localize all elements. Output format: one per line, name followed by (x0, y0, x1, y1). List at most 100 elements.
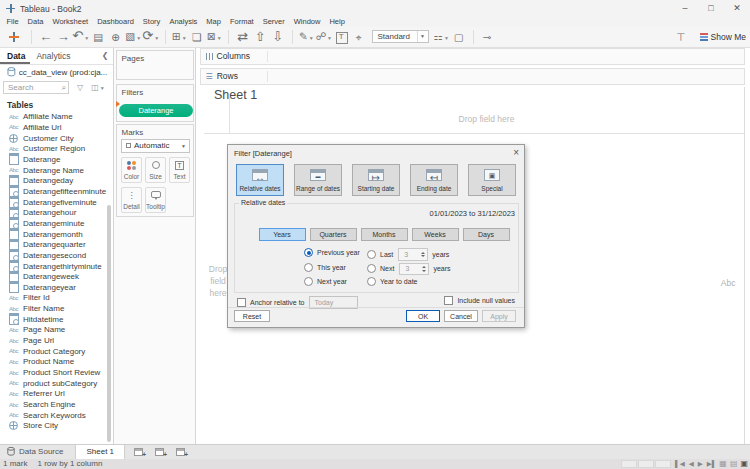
nav-first-icon[interactable]: ▌◀ (675, 460, 685, 468)
filter-type-ending-date[interactable]: Ending date (410, 164, 458, 196)
show-mark-labels-button[interactable]: ⚏▼ (433, 26, 451, 48)
radio-last-n[interactable] (367, 250, 376, 259)
menu-item-file[interactable]: File (2, 17, 23, 26)
filter-type-special[interactable]: Special (468, 164, 516, 196)
columns-shelf[interactable]: Columns (200, 48, 745, 66)
field-search-engine[interactable]: Search Engine (0, 399, 113, 410)
pages-shelf[interactable]: Pages (116, 50, 194, 80)
field-affiliate-url[interactable]: Affiliate Url (0, 122, 113, 133)
pause-updates-icon[interactable]: ⊤ (672, 27, 690, 47)
tab-data-source[interactable]: Data Source (0, 445, 75, 459)
show-labels-button[interactable]: T (333, 27, 351, 47)
field-referrer-url[interactable]: Referrer Url (0, 389, 113, 400)
anchor-checkbox[interactable] (237, 298, 246, 307)
field-hitdatetime[interactable]: Hitdatetime (0, 314, 113, 325)
menu-item-format[interactable]: Format (225, 17, 258, 26)
datasource-button[interactable]: ▧▼ (125, 26, 143, 48)
tab-analytics[interactable]: Analytics (36, 51, 70, 61)
radio-this-year[interactable] (304, 263, 313, 272)
filter-type-relative-dates[interactable]: Relative dates (236, 164, 284, 196)
option-previous-year[interactable]: Previous year (304, 248, 360, 257)
radio-next-year[interactable] (304, 277, 313, 286)
field-daterange[interactable]: Daterange (0, 154, 113, 165)
nav-next-icon[interactable]: ▶ (698, 460, 703, 468)
menu-item-data[interactable]: Data (23, 17, 48, 26)
field-customer-city[interactable]: Customer City (0, 133, 113, 144)
save-button[interactable]: ▤ (90, 27, 108, 47)
new-worksheet-button[interactable]: ⊞▼ (171, 26, 189, 48)
period-quarters-button[interactable]: Quarters (310, 228, 357, 242)
field-store-city[interactable]: Store City (0, 421, 113, 432)
field-daterangeyear[interactable]: Daterangeyear (0, 282, 113, 293)
filter-type-range-of-dates[interactable]: Range of dates (294, 164, 342, 196)
option-last-n[interactable]: Last 3 years (367, 248, 449, 261)
field-product-subcategory[interactable]: product subCategory (0, 378, 113, 389)
search-input[interactable]: Search ⌕ (3, 81, 69, 94)
duplicate-button[interactable]: ❏ (188, 27, 206, 47)
tableau-logo-toolbar-icon[interactable] (8, 31, 20, 43)
minimize-button[interactable]: – (672, 0, 698, 17)
sort-ascending-button[interactable]: ⇧ (252, 27, 270, 47)
marks-size-button[interactable]: Size (145, 157, 166, 183)
refresh-button[interactable]: ⟳▼ (142, 26, 160, 48)
filter-type-starting-date[interactable]: Starting date (352, 164, 400, 196)
field-product-name[interactable]: Product Name (0, 357, 113, 368)
filter-pill-daterange[interactable]: Daterange (119, 104, 193, 117)
share-button[interactable]: ⊸ (479, 27, 497, 47)
marks-detail-button[interactable]: ⋮ Detail (121, 187, 142, 213)
highlight-button[interactable]: ✎▼ (298, 26, 316, 48)
show-me-button[interactable]: Show Me (711, 32, 746, 42)
next-n-spinner[interactable]: 3 (399, 263, 429, 276)
new-worksheet-tab-button[interactable]: + (131, 445, 146, 459)
rows-shelf[interactable]: ☰ Rows (200, 68, 745, 86)
option-next-year[interactable]: Next year (304, 277, 347, 286)
option-this-year[interactable]: This year (304, 263, 346, 272)
mark-type-select[interactable]: Automatic ▼ (121, 139, 190, 153)
field-affiliate-name[interactable]: Affiliate Name (0, 112, 113, 123)
tab-sheet1[interactable]: Sheet 1 (75, 445, 125, 459)
period-years-button[interactable]: Years (259, 228, 306, 242)
field-product-category[interactable]: Product Category (0, 346, 113, 357)
fix-axes-button[interactable]: ⌖ (350, 27, 368, 47)
field-filter-id[interactable]: Filter Id (0, 293, 113, 304)
menu-item-server[interactable]: Server (258, 17, 289, 26)
radio-year-to-date[interactable] (367, 277, 376, 286)
view-tiles-icon[interactable]: ▦ (719, 459, 727, 468)
dialog-close-icon[interactable]: × (513, 147, 519, 158)
include-nulls-checkbox[interactable] (444, 296, 453, 305)
nav-last-icon[interactable]: ▶▌ (707, 460, 717, 468)
fit-select[interactable]: Standard ▼ (372, 30, 429, 43)
field-search-keywords[interactable]: Search Keywords (0, 410, 113, 421)
clear-sheet-button[interactable]: ⊠▼ (206, 26, 224, 48)
reset-button[interactable]: Reset (234, 310, 270, 323)
swap-button[interactable]: ⇄ (234, 27, 252, 47)
tab-data[interactable]: Data (0, 51, 36, 61)
field-product-short-review[interactable]: Product Short Review (0, 367, 113, 378)
presentation-button[interactable]: ▢ (450, 27, 468, 47)
period-weeks-button[interactable]: Weeks (412, 228, 459, 242)
field-list-scrollbar[interactable] (107, 205, 112, 442)
nav-prev-icon[interactable]: ◀ (689, 460, 694, 468)
new-datasource-button[interactable]: ⊕ (107, 27, 125, 47)
close-button[interactable]: ✕ (724, 0, 750, 17)
apply-button[interactable]: Apply (482, 310, 516, 323)
option-next-n[interactable]: Next 3 years (367, 263, 451, 276)
view-options-icon[interactable]: ◫▼ (91, 83, 105, 92)
field-page-name[interactable]: Page Name (0, 325, 113, 336)
radio-previous-year[interactable] (304, 248, 313, 257)
marks-text-button[interactable]: T Text (169, 157, 190, 183)
cancel-button[interactable]: Cancel (444, 310, 478, 323)
view-list-icon[interactable]: ▤ (730, 459, 738, 468)
new-dashboard-tab-button[interactable]: + (152, 445, 167, 459)
sort-descending-button[interactable]: ⇩ (269, 27, 287, 47)
filters-shelf[interactable]: Filters Daterange (116, 84, 194, 122)
marks-color-button[interactable]: Color (121, 157, 142, 183)
period-days-button[interactable]: Days (463, 228, 510, 242)
filter-fields-icon[interactable]: ▽ (77, 83, 83, 92)
forward-button[interactable]: → (55, 27, 73, 47)
last-n-spinner[interactable]: 3 (398, 248, 428, 261)
option-year-to-date[interactable]: Year to date (367, 277, 418, 286)
marks-tooltip-button[interactable]: Tooltip (145, 187, 166, 213)
connection-row[interactable]: cc_data_view (prod:cja... (0, 65, 113, 80)
back-button[interactable]: ← (37, 27, 55, 47)
